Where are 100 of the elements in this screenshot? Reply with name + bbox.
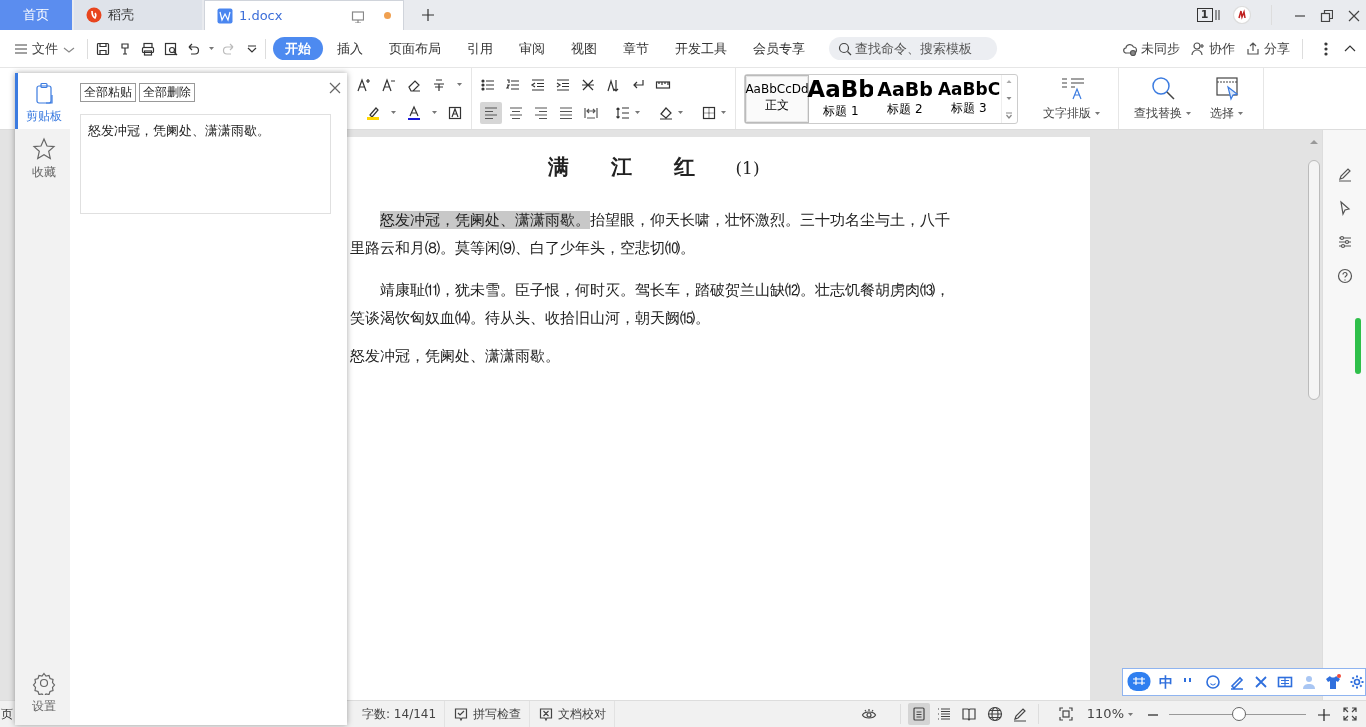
page-icon	[910, 706, 927, 722]
shirt-icon[interactable]	[1325, 674, 1341, 690]
indent-icon[interactable]	[555, 76, 571, 93]
body-paragraph: 靖康耻⑾，犹未雪。臣子恨，何时灭。驾长车，踏破贺兰山缺⑿。壮志饥餐胡虏肉⒀，笑谈渴饮匈奴血⒁。待从头、收拾旧山河，朝天阙⒂。	[350, 279, 951, 329]
zoom-in-icon[interactable]	[1316, 707, 1330, 721]
gallery-down-icon[interactable]	[1005, 95, 1014, 102]
find-replace-button[interactable]: 查找替换	[1128, 75, 1197, 122]
keyboard-icon[interactable]	[1277, 674, 1293, 690]
new-tab-icon[interactable]	[420, 7, 436, 23]
print-preview-icon[interactable]	[162, 40, 179, 57]
close-icon[interactable]	[327, 80, 341, 94]
align-left-button[interactable]	[480, 101, 502, 124]
caret-icon	[431, 109, 438, 116]
globe-icon	[986, 706, 1003, 722]
caret-icon	[1237, 109, 1245, 117]
scrollbar-thumb[interactable]	[1307, 160, 1320, 400]
search-icon	[836, 41, 852, 56]
document-tab[interactable]: 稻壳	[74, 0, 202, 30]
avatar-icon[interactable]	[1232, 6, 1251, 24]
line-spacing-icon[interactable]	[615, 104, 631, 121]
align-center-icon	[508, 104, 524, 121]
page-view-button[interactable]	[907, 703, 930, 725]
search-field[interactable]: 查找命令、搜索模板	[828, 36, 997, 61]
sliders-icon[interactable]	[1336, 234, 1353, 250]
caret-icon	[720, 109, 727, 116]
align-right-icon	[533, 104, 549, 121]
ribbon-tab[interactable]: 审阅	[506, 36, 557, 61]
settings-icon	[32, 670, 56, 695]
text-layout-button[interactable]: 文字排版	[1037, 75, 1106, 122]
sync-button[interactable]: 未同步	[1117, 38, 1185, 59]
fit-page-icon[interactable]	[1057, 706, 1074, 722]
justify-icon	[558, 104, 574, 121]
caret-icon	[1093, 109, 1101, 117]
caret-icon	[1127, 710, 1134, 718]
restore-icon[interactable]	[1318, 8, 1333, 22]
ribbon-tab[interactable]: 引用	[454, 36, 505, 61]
paste-all-button[interactable]: 全部粘贴	[80, 83, 136, 102]
ribbon-tab[interactable]: 页面布局	[376, 36, 453, 61]
document-title: 满 江 红	[548, 154, 696, 179]
collaborate-button[interactable]: 协作	[1185, 38, 1240, 59]
settings-icon[interactable]	[1349, 674, 1365, 690]
align-left-icon	[483, 104, 499, 121]
input-mode-label[interactable]: 中	[1159, 671, 1173, 693]
footnote-mark: (1)	[735, 158, 760, 178]
slider-thumb[interactable]	[1231, 707, 1246, 721]
spell-check-button[interactable]: 拼写检查	[445, 700, 531, 727]
ribbon-tab[interactable]: 插入	[324, 36, 375, 61]
keyboard-logo-icon[interactable]	[1127, 671, 1151, 693]
caret-icon	[634, 109, 641, 116]
pen-icon[interactable]	[1229, 674, 1245, 690]
help-icon[interactable]	[1336, 268, 1353, 284]
pen-icon[interactable]	[1336, 166, 1353, 182]
add-person-icon	[1190, 40, 1206, 57]
caret-icon	[1185, 109, 1192, 117]
ribbon-tab[interactable]: 会员专享	[740, 36, 817, 61]
flame-logo-icon	[86, 7, 102, 23]
file-menu[interactable]: 文件	[8, 38, 80, 59]
bars-icon	[1213, 7, 1220, 23]
numbered-list-icon[interactable]	[505, 76, 521, 93]
check-icon	[453, 706, 470, 722]
ribbon-tab[interactable]: 章节	[610, 36, 661, 61]
zoom-dropdown[interactable]: 110%	[1081, 704, 1139, 724]
select-button[interactable]: 选择	[1205, 75, 1250, 122]
page-count-badge[interactable]: 1	[1196, 8, 1213, 22]
document-logo-icon	[217, 7, 233, 24]
selection-cursor-icon	[1214, 75, 1241, 101]
document-tab[interactable]: 1.docx	[204, 0, 404, 30]
caret-icon	[456, 81, 463, 88]
caret-icon	[677, 109, 684, 116]
eye-protection-icon[interactable]	[860, 706, 879, 722]
ribbon-tab[interactable]: 视图	[558, 36, 609, 61]
clipboard-item[interactable]: 怒发冲冠，凭阑处、潇潇雨歇。	[80, 114, 331, 214]
gallery-expand-icon[interactable]	[1005, 112, 1014, 120]
indicator-bar	[1354, 318, 1361, 374]
delete-all-button[interactable]: 全部删除	[139, 83, 195, 102]
borders-icon[interactable]	[701, 104, 717, 121]
share-button[interactable]: 分享	[1240, 38, 1295, 59]
favorites-tab[interactable]: 收藏	[15, 129, 70, 185]
settings-button[interactable]: 设置	[15, 662, 70, 719]
star-icon	[32, 137, 56, 161]
font-color-icon[interactable]	[406, 104, 422, 121]
save-icon[interactable]	[95, 40, 111, 57]
cross-icon	[538, 706, 555, 722]
emoji-icon[interactable]	[1205, 674, 1221, 690]
font-grow-icon[interactable]	[356, 76, 372, 93]
ribbon-tab[interactable]: 开发工具	[662, 36, 739, 61]
print-icon[interactable]	[140, 40, 156, 57]
proofread-button[interactable]: 文档校对	[530, 700, 616, 727]
magnifier-icon	[1149, 75, 1176, 101]
body-paragraph: 怒发冲冠，凭阑处、潇潇雨歇。	[350, 345, 561, 367]
pen-icon	[1011, 706, 1028, 722]
character-border-icon[interactable]	[447, 104, 463, 121]
fullscreen-icon[interactable]	[1342, 706, 1358, 722]
font-shrink-icon[interactable]	[381, 76, 397, 93]
word-count[interactable]: 字数: 14/141	[354, 700, 446, 727]
outdent-icon[interactable]	[530, 76, 546, 93]
caret-icon	[207, 45, 215, 52]
monitor-icon	[350, 8, 364, 23]
book-icon	[961, 706, 978, 722]
clipboard-tab[interactable]: 剪贴板	[15, 73, 70, 129]
